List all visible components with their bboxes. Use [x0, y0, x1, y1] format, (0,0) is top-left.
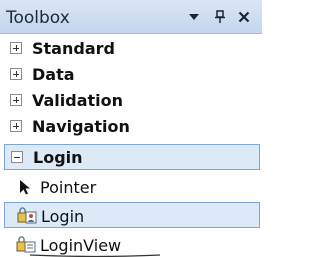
- expand-plus-icon[interactable]: [10, 68, 22, 80]
- group-label-standard: Standard: [32, 39, 115, 58]
- group-validation[interactable]: Validation: [4, 88, 260, 114]
- dropdown-arrow-icon[interactable]: [184, 6, 204, 28]
- expand-plus-icon[interactable]: [10, 94, 22, 106]
- expand-plus-icon[interactable]: [10, 120, 22, 132]
- pin-icon[interactable]: [210, 6, 230, 28]
- group-label-login: Login: [33, 148, 83, 167]
- loginview-icon: [16, 236, 36, 254]
- toolbox-title: Toolbox: [6, 8, 70, 28]
- group-login[interactable]: Login: [4, 144, 260, 170]
- toolbox-item-pointer[interactable]: Pointer: [4, 174, 260, 200]
- group-navigation[interactable]: Navigation: [4, 114, 260, 140]
- expand-plus-icon[interactable]: [10, 42, 22, 54]
- toolbox-item-loginview[interactable]: LoginView: [4, 232, 260, 257]
- group-label-data: Data: [32, 65, 75, 84]
- toolbox-panel: Toolbox Standard Data Validation Navigat…: [0, 0, 262, 257]
- toolbox-item-login[interactable]: Login: [4, 202, 260, 228]
- group-label-validation: Validation: [32, 91, 124, 110]
- toolbox-titlebar[interactable]: Toolbox: [0, 0, 262, 34]
- item-label-pointer: Pointer: [40, 178, 97, 197]
- group-standard[interactable]: Standard: [4, 36, 260, 62]
- item-label-loginview: LoginView: [40, 236, 122, 255]
- collapse-minus-icon[interactable]: [11, 151, 23, 163]
- pointer-icon: [16, 178, 34, 196]
- login-control-icon: [17, 207, 37, 225]
- group-data[interactable]: Data: [4, 62, 260, 88]
- close-icon[interactable]: [234, 6, 254, 28]
- item-label-login: Login: [41, 207, 85, 226]
- group-label-navigation: Navigation: [32, 117, 130, 136]
